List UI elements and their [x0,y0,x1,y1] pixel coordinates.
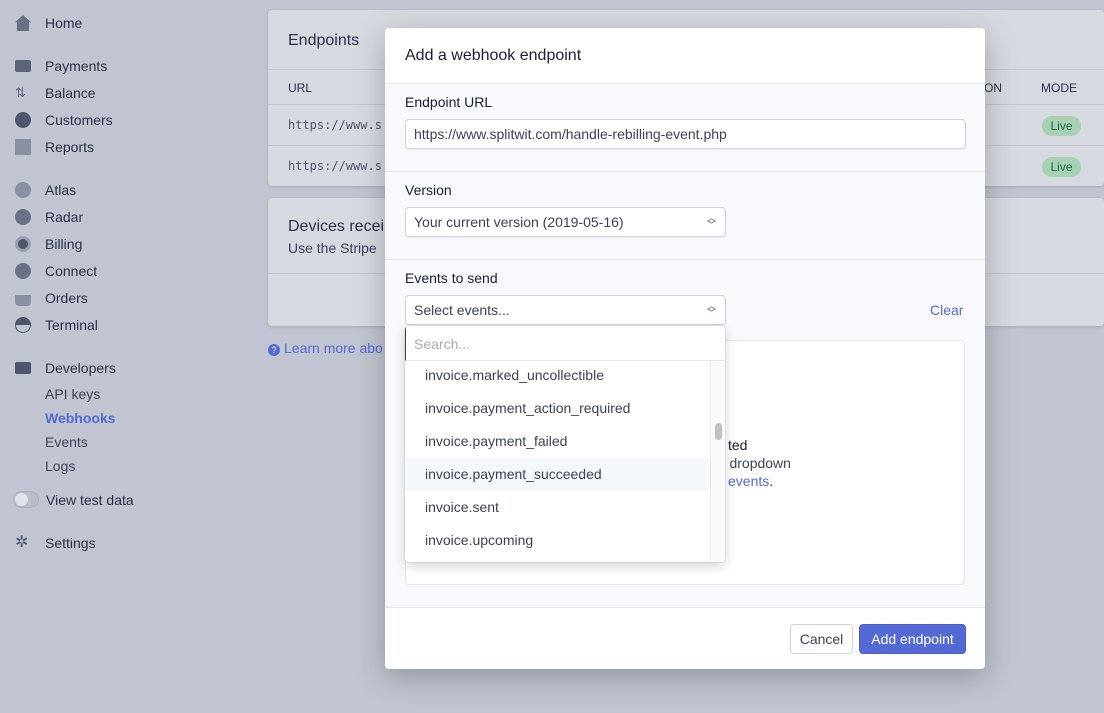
col-mode: MODE [1041,81,1077,95]
connect-icon [15,263,31,279]
event-option[interactable]: invoice.upcoming [405,524,710,557]
event-option[interactable]: invoice.sent [405,491,710,524]
sidebar-item-label: Atlas [45,182,77,198]
events-label: Events to send [405,270,498,286]
mode-badge: Live [1042,157,1081,177]
endpoints-title: Endpoints [288,32,360,49]
sidebar-item-label: Orders [45,290,88,306]
sidebar-item-label: Payments [45,58,108,74]
events-placeholder: Select events... [414,302,510,318]
sidebar-sub-webhooks[interactable]: Webhooks [45,410,116,426]
sidebar-item-label: Radar [45,209,84,225]
mode-badge: Live [1042,116,1081,136]
radar-icon [15,209,31,225]
col-url: URL [288,81,313,95]
sidebar-sub-events[interactable]: Events [45,434,88,450]
add-webhook-modal: Add a webhook endpoint Endpoint URL http… [385,28,985,669]
empty-fragment-line: events. [728,473,773,489]
scrollbar[interactable] [710,361,725,562]
home-icon [15,15,31,31]
clear-link[interactable]: Clear [930,302,963,318]
endpoint-url-label: Endpoint URL [405,94,493,110]
sidebar-item-customers[interactable]: Customers [15,110,113,130]
help-icon: ? [268,344,280,356]
balance-icon: ⇅ [15,85,26,100]
reports-icon [15,139,31,155]
event-option[interactable]: invoice.payment_failed [405,425,710,458]
atlas-icon [15,182,31,198]
customers-icon [15,112,31,128]
version-value: Your current version (2019-05-16) [414,214,624,230]
modal-title: Add a webhook endpoint [385,28,985,84]
events-docs-link[interactable]: events [728,473,769,489]
empty-fragment: ted [728,437,748,453]
sidebar-item-label: Settings [45,535,96,551]
version-select[interactable]: Your current version (2019-05-16) ︿ ﹀ [405,207,726,237]
gear-icon: ✲ [15,534,29,551]
col-version: ON [984,81,1002,95]
events-search-input[interactable]: Search... [405,326,725,361]
developers-icon [15,362,31,374]
sidebar-item-developers[interactable]: Developers [15,358,116,378]
events-select[interactable]: Select events... ︿ ﹀ [405,295,726,325]
sidebar-item-label: Balance [45,85,96,101]
events-dropdown: Search... invoice.marked_uncollectible i… [405,326,725,562]
test-data-toggle[interactable] [13,491,39,508]
devices-title: Devices recei [288,218,385,235]
sidebar-item-connect[interactable]: Connect [15,261,97,281]
scrollbar-thumb[interactable] [715,423,722,440]
event-option[interactable]: invoice.marked_uncollectible [405,361,710,392]
endpoint-url[interactable]: https://www.s [288,159,382,173]
orders-icon [15,294,31,306]
event-option[interactable]: invoice.payment_succeeded [405,458,710,491]
learn-more-text: Learn more abo [284,340,383,356]
sidebar-item-payments[interactable]: Payments [15,56,107,76]
chevron-updown-icon: ︿ ﹀ [706,213,716,230]
chevron-updown-icon: ︿ ﹀ [706,301,716,318]
cancel-button[interactable]: Cancel [790,624,853,654]
terminal-icon [15,317,31,333]
options-list: invoice.marked_uncollectible invoice.pay… [405,361,725,562]
sidebar-item-label: Reports [45,139,95,155]
add-endpoint-button[interactable]: Add endpoint [859,624,966,654]
sidebar-item-balance[interactable]: ⇅ Balance [15,83,96,103]
sidebar-item-label: Connect [45,263,98,279]
endpoint-url-input[interactable]: https://www.splitwit.com/handle-rebillin… [405,119,966,149]
sidebar-item-label: Home [45,15,83,31]
learn-more-link[interactable]: ? Learn more abo [268,340,383,356]
devices-desc: Use the Stripe [288,240,377,256]
sidebar-item-label: Terminal [45,317,98,333]
payments-icon [15,60,31,72]
sidebar-sub-api-keys[interactable]: API keys [45,386,100,402]
sidebar-item-radar[interactable]: Radar [15,207,83,227]
test-data-label: View test data [46,492,134,508]
sidebar-item-billing[interactable]: Billing [15,234,82,254]
sidebar-item-label: Customers [45,112,113,128]
sidebar-item-home[interactable]: Home [15,13,82,33]
sidebar-item-orders[interactable]: Orders [15,288,88,308]
event-option[interactable]: invoice.payment_action_required [405,392,710,425]
sidebar-item-label: Billing [45,236,83,252]
sidebar-item-settings[interactable]: ✲ Settings [15,533,96,553]
sidebar-sub-logs[interactable]: Logs [45,458,75,474]
url-section: Endpoint URL https://www.splitwit.com/ha… [385,84,985,172]
sidebar-item-atlas[interactable]: Atlas [15,180,76,200]
version-section: Version Your current version (2019-05-16… [385,172,985,260]
billing-icon [15,236,31,252]
sidebar-item-label: Developers [45,360,116,376]
endpoint-url[interactable]: https://www.s [288,118,382,132]
period: . [769,473,774,489]
sidebar-item-reports[interactable]: Reports [15,137,94,157]
sidebar-item-terminal[interactable]: Terminal [15,315,98,335]
version-label: Version [405,182,452,198]
